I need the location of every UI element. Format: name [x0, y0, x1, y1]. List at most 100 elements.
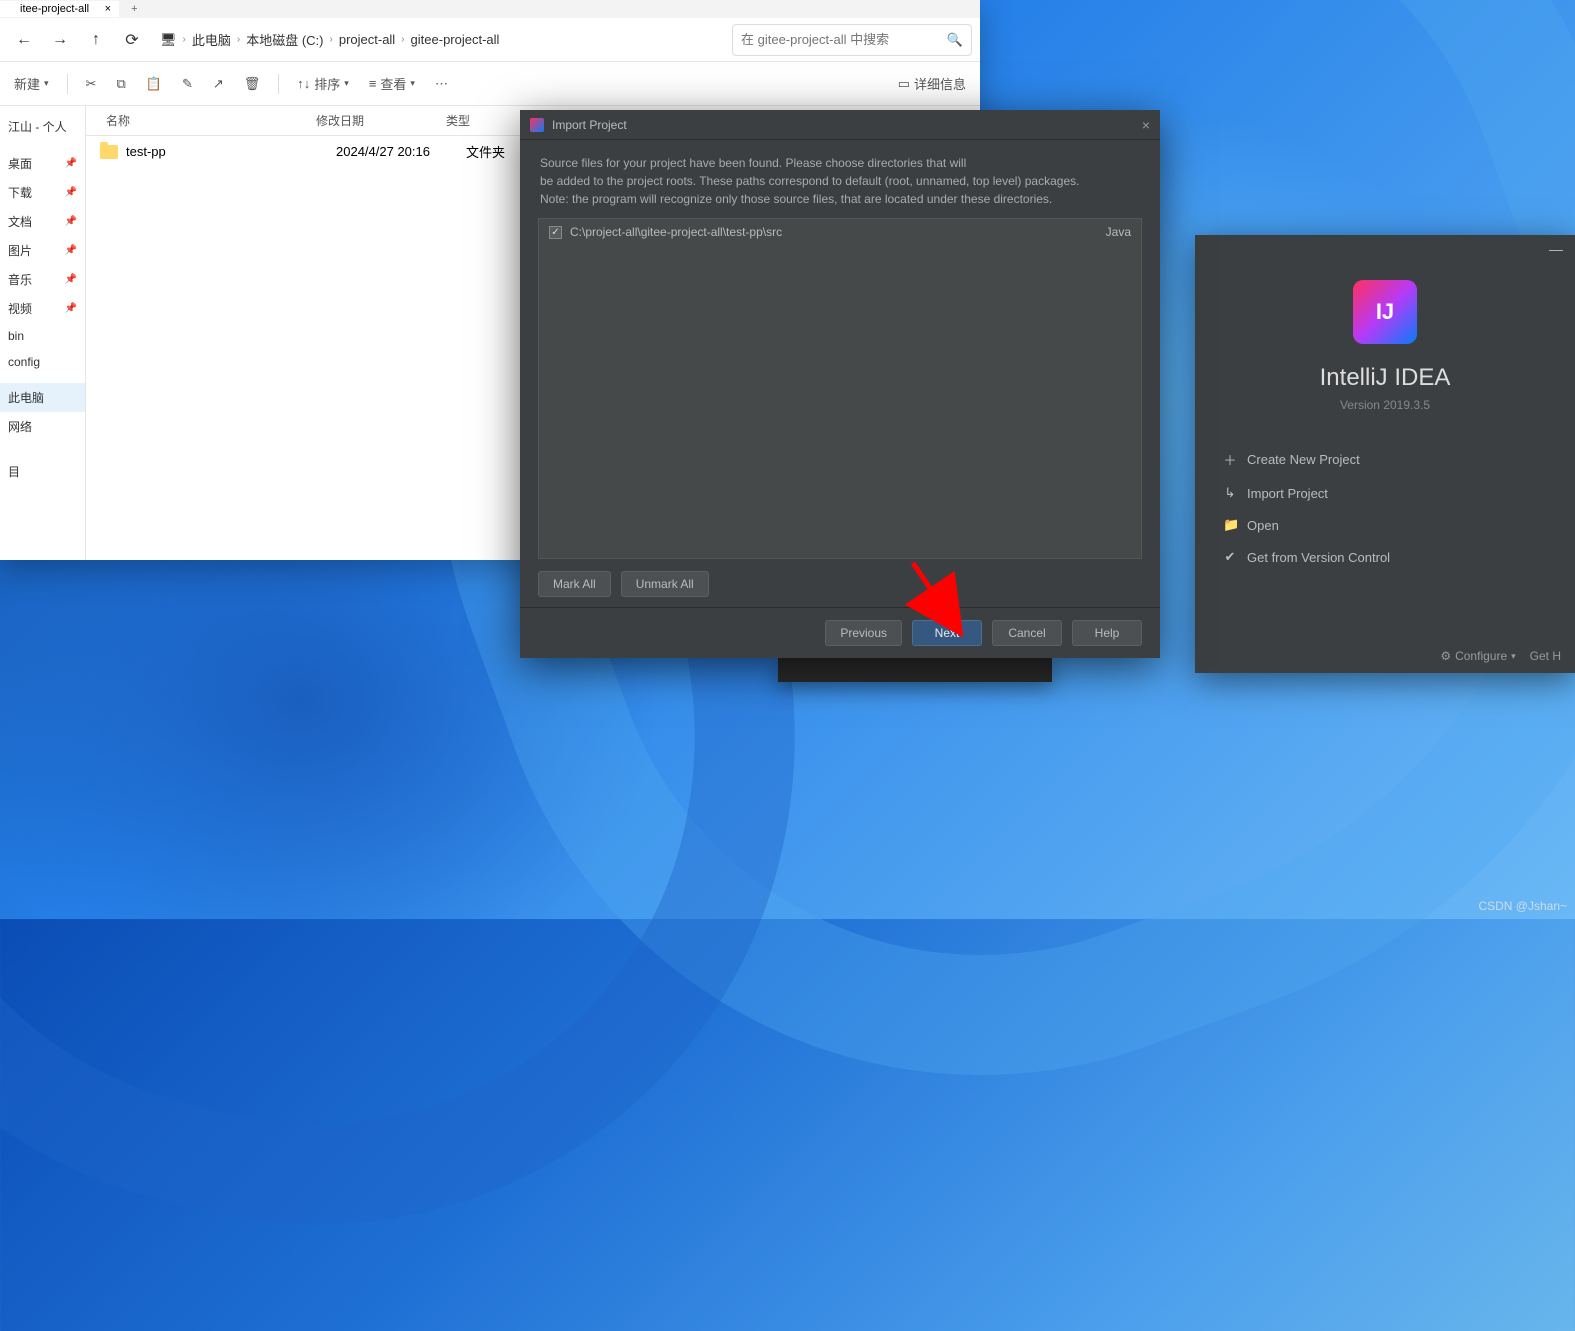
previous-button[interactable]: Previous	[825, 620, 902, 646]
back-button[interactable]: ←	[8, 24, 40, 56]
details-button[interactable]: ▭ 详细信息	[892, 70, 972, 97]
cancel-button[interactable]: Cancel	[992, 620, 1062, 646]
chevron-right-icon: ›	[401, 34, 404, 45]
plus-icon: ＋	[1223, 450, 1237, 469]
forward-button[interactable]: →	[44, 24, 76, 56]
sidebar-item-home[interactable]: 江山 - 个人	[0, 112, 85, 141]
chevron-down-icon: ▾	[1511, 651, 1516, 662]
pin-icon: 📌	[65, 158, 77, 169]
create-new-project[interactable]: ＋Create New Project	[1223, 442, 1547, 477]
sidebar-item-config[interactable]: config	[0, 349, 85, 375]
get-from-vcs[interactable]: ✔Get from Version Control	[1223, 541, 1547, 573]
cut-icon[interactable]: ✂	[80, 72, 103, 96]
breadcrumb-item[interactable]: 此电脑	[192, 30, 231, 49]
dialog-description: Source files for your project have been …	[520, 140, 1160, 218]
welcome-footer: ⚙Configure▾ Get H	[1195, 639, 1575, 673]
import-project[interactable]: ↳Import Project	[1223, 477, 1547, 509]
pin-icon: 📌	[65, 216, 77, 227]
col-name[interactable]: 名称	[86, 112, 316, 129]
folder-icon: 📁	[1223, 517, 1237, 533]
search-input[interactable]	[741, 32, 947, 47]
file-date: 2024/4/27 20:16	[336, 144, 466, 159]
next-button[interactable]: Next	[912, 620, 982, 646]
sidebar-item-thispc[interactable]: 此电脑	[0, 383, 85, 412]
toolbar: 新建▾ ✂ ⧉ 📋 ✎ ↗ 🗑 ↑↓ 排序 ▾ ≡ 查看 ▾ ⋯ ▭ 详细信息	[0, 62, 980, 106]
dialog-footer: Previous Next Cancel Help	[520, 607, 1160, 658]
sidebar-item-videos[interactable]: 视频📌	[0, 294, 85, 323]
pin-icon: 📌	[65, 274, 77, 285]
pin-icon: 📌	[65, 187, 77, 198]
search-icon[interactable]: 🔍	[947, 32, 963, 48]
breadcrumb: 🖥 › 此电脑 › 本地磁盘 (C:) › project-all › gite…	[152, 24, 728, 56]
mark-all-button[interactable]: Mark All	[538, 571, 611, 597]
close-icon[interactable]: ×	[1142, 117, 1150, 133]
intellij-welcome-window: — IJ IntelliJ IDEA Version 2019.3.5 ＋Cre…	[1195, 235, 1575, 673]
col-date[interactable]: 修改日期	[316, 112, 446, 129]
watermark: CSDN @Jshan~	[1478, 899, 1567, 913]
pin-icon: 📌	[65, 303, 77, 314]
welcome-version: Version 2019.3.5	[1340, 398, 1430, 412]
share-icon[interactable]: ↗	[207, 72, 230, 96]
chevron-right-icon: ›	[330, 34, 333, 45]
breadcrumb-item[interactable]: project-all	[339, 32, 395, 47]
chevron-down-icon: ▾	[44, 78, 49, 89]
sidebar: 江山 - 个人 桌面📌 下载📌 文档📌 图片📌 音乐📌 视频📌 bin conf…	[0, 106, 86, 560]
sort-button[interactable]: ↑↓ 排序 ▾	[291, 70, 355, 97]
unmark-all-button[interactable]: Unmark All	[621, 571, 709, 597]
mark-buttons: Mark All Unmark All	[520, 571, 1160, 607]
chevron-right-icon: ›	[183, 34, 186, 45]
sidebar-item-bin[interactable]: bin	[0, 323, 85, 349]
source-dir-list[interactable]: ✓ C:\project-all\gitee-project-all\test-…	[538, 218, 1142, 559]
refresh-button[interactable]: ⟳	[116, 24, 148, 56]
tab-title: itee-project-all	[20, 3, 89, 15]
search-box[interactable]: 🔍	[732, 24, 972, 56]
checkbox[interactable]: ✓	[549, 226, 562, 239]
explorer-tab-bar: itee-project-all × +	[0, 0, 980, 18]
source-lang: Java	[1106, 225, 1131, 239]
source-path: C:\project-all\gitee-project-all\test-pp…	[570, 225, 1098, 239]
check-icon: ✔	[1223, 549, 1237, 565]
breadcrumb-item[interactable]: 本地磁盘 (C:)	[246, 30, 323, 49]
sidebar-item-downloads[interactable]: 下载📌	[0, 178, 85, 207]
close-icon[interactable]: ×	[105, 3, 111, 15]
sidebar-item-bottom[interactable]: 目	[0, 457, 85, 486]
more-button[interactable]: ⋯	[429, 72, 454, 96]
sidebar-item-documents[interactable]: 文档📌	[0, 207, 85, 236]
welcome-title: IntelliJ IDEA	[1320, 364, 1451, 392]
import-project-dialog: Import Project × Source files for your p…	[520, 110, 1160, 658]
gear-icon: ⚙	[1440, 649, 1451, 663]
sidebar-item-network[interactable]: 网络	[0, 412, 85, 441]
gethelp-button[interactable]: Get H	[1530, 649, 1561, 663]
pin-icon: 📌	[65, 245, 77, 256]
help-button[interactable]: Help	[1072, 620, 1142, 646]
chevron-right-icon: ›	[237, 34, 240, 45]
sidebar-item-music[interactable]: 音乐📌	[0, 265, 85, 294]
view-button[interactable]: ≡ 查看 ▾	[363, 70, 421, 97]
explorer-tab[interactable]: itee-project-all ×	[0, 1, 119, 17]
dialog-title-bar: Import Project ×	[520, 110, 1160, 140]
rename-icon[interactable]: ✎	[176, 72, 199, 96]
thispc-icon[interactable]: 🖥	[160, 32, 177, 48]
file-name: test-pp	[126, 144, 336, 159]
open-project[interactable]: 📁Open	[1223, 509, 1547, 541]
source-dir-row[interactable]: ✓ C:\project-all\gitee-project-all\test-…	[539, 219, 1141, 245]
intellij-icon	[530, 118, 544, 132]
copy-icon[interactable]: ⧉	[110, 72, 131, 96]
configure-button[interactable]: ⚙Configure▾	[1440, 649, 1515, 663]
sidebar-item-pictures[interactable]: 图片📌	[0, 236, 85, 265]
nav-bar: ← → ↑ ⟳ 🖥 › 此电脑 › 本地磁盘 (C:) › project-al…	[0, 18, 980, 62]
import-icon: ↳	[1223, 485, 1237, 501]
new-button[interactable]: 新建▾	[8, 70, 55, 97]
new-tab-button[interactable]: +	[119, 3, 149, 15]
paste-icon[interactable]: 📋	[140, 72, 168, 96]
intellij-logo: IJ	[1353, 280, 1417, 344]
breadcrumb-item[interactable]: gitee-project-all	[411, 32, 500, 47]
folder-icon	[100, 145, 118, 159]
welcome-actions: ＋Create New Project ↳Import Project 📁Ope…	[1195, 442, 1575, 573]
up-button[interactable]: ↑	[80, 24, 112, 56]
delete-icon[interactable]: 🗑	[238, 72, 267, 96]
chevron-down-icon: ▾	[410, 78, 415, 89]
sidebar-item-desktop[interactable]: 桌面📌	[0, 149, 85, 178]
background-window-remnant	[778, 658, 1052, 682]
minimize-icon[interactable]: —	[1549, 241, 1563, 257]
